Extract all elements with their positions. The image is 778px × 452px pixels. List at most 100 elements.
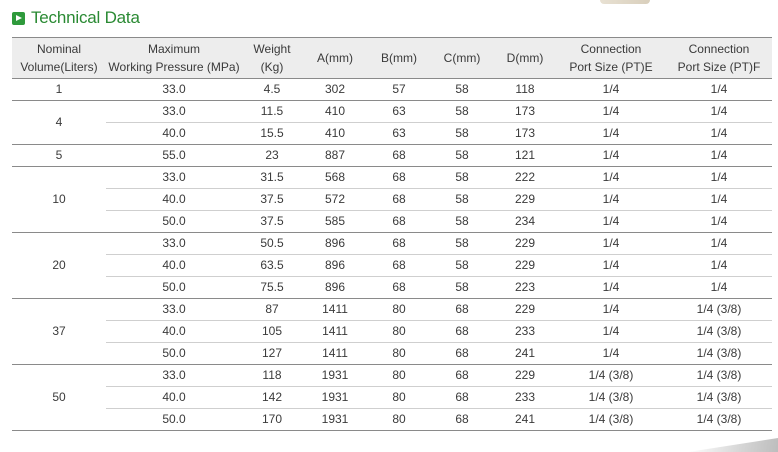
pressure-cell: 33.0	[106, 298, 242, 321]
d-cell: 229	[494, 232, 556, 255]
decorative-corner-shape	[688, 438, 778, 452]
b-cell: 68	[368, 188, 430, 211]
port-e-cell: 1/4	[556, 342, 666, 365]
header-port-f: Connection Port Size (PT)F	[666, 37, 772, 79]
d-cell: 241	[494, 342, 556, 365]
volume-cell: 20	[12, 232, 106, 299]
port-e-cell: 1/4	[556, 298, 666, 321]
a-cell: 1411	[302, 298, 368, 321]
table-row: 50.0 75.5 896 68 58 223 1/4 1/4	[12, 276, 772, 299]
b-cell: 68	[368, 210, 430, 233]
table-row: 50.0 170 1931 80 68 241 1/4 (3/8) 1/4 (3…	[12, 408, 772, 431]
a-cell: 568	[302, 166, 368, 189]
header-nominal-volume: Nominal Volume(Liters)	[12, 37, 106, 79]
b-cell: 80	[368, 342, 430, 365]
a-cell: 585	[302, 210, 368, 233]
header-port-e: Connection Port Size (PT)E	[556, 37, 666, 79]
d-cell: 229	[494, 364, 556, 387]
d-cell: 241	[494, 408, 556, 431]
pressure-cell: 50.0	[106, 276, 242, 299]
table-row: 40.0 63.5 896 68 58 229 1/4 1/4	[12, 254, 772, 277]
d-cell: 233	[494, 386, 556, 409]
a-cell: 1931	[302, 386, 368, 409]
b-cell: 80	[368, 364, 430, 387]
section-title: Technical Data	[31, 8, 140, 27]
b-cell: 63	[368, 100, 430, 123]
port-e-cell: 1/4	[556, 100, 666, 123]
table-row: 40.0 37.5 572 68 58 229 1/4 1/4	[12, 188, 772, 211]
c-cell: 68	[430, 342, 494, 365]
table-row: 50 33.0 118 1931 80 68 229 1/4 (3/8) 1/4…	[12, 364, 772, 431]
table-header-row: Nominal Volume(Liters) Maximum Working P…	[12, 37, 772, 79]
port-e-cell: 1/4	[556, 166, 666, 189]
volume-cell: 5	[12, 144, 106, 167]
a-cell: 896	[302, 276, 368, 299]
weight-cell: 23	[242, 144, 302, 167]
c-cell: 58	[430, 188, 494, 211]
b-cell: 80	[368, 408, 430, 431]
port-f-cell: 1/4	[666, 78, 772, 101]
port-f-cell: 1/4 (3/8)	[666, 320, 772, 343]
port-f-cell: 1/4	[666, 276, 772, 299]
b-cell: 68	[368, 232, 430, 255]
b-cell: 57	[368, 78, 430, 101]
header-d: D(mm)	[494, 37, 556, 79]
b-cell: 80	[368, 386, 430, 409]
volume-cell: 10	[12, 166, 106, 233]
weight-cell: 37.5	[242, 188, 302, 211]
port-f-cell: 1/4 (3/8)	[666, 364, 772, 387]
header-max-pressure: Maximum Working Pressure (MPa)	[106, 37, 242, 79]
a-cell: 1411	[302, 320, 368, 343]
pressure-cell: 50.0	[106, 210, 242, 233]
d-cell: 229	[494, 298, 556, 321]
weight-cell: 170	[242, 408, 302, 431]
b-cell: 68	[368, 254, 430, 277]
a-cell: 302	[302, 78, 368, 101]
table-row: 10 33.0 31.5 568 68 58 222 1/4 1/4	[12, 166, 772, 233]
table-row: 20 33.0 50.5 896 68 58 229 1/4 1/4	[12, 232, 772, 299]
table-row: 50.0 127 1411 80 68 241 1/4 1/4 (3/8)	[12, 342, 772, 365]
volume-cell: 4	[12, 100, 106, 145]
port-f-cell: 1/4 (3/8)	[666, 386, 772, 409]
weight-cell: 63.5	[242, 254, 302, 277]
d-cell: 173	[494, 100, 556, 123]
header-weight: Weight (Kg)	[242, 37, 302, 79]
technical-data-table-container: Nominal Volume(Liters) Maximum Working P…	[12, 37, 772, 431]
pressure-cell: 50.0	[106, 408, 242, 431]
d-cell: 234	[494, 210, 556, 233]
weight-cell: 11.5	[242, 100, 302, 123]
pressure-cell: 40.0	[106, 254, 242, 277]
port-f-cell: 1/4 (3/8)	[666, 298, 772, 321]
technical-data-table: Nominal Volume(Liters) Maximum Working P…	[12, 37, 772, 431]
header-c: C(mm)	[430, 37, 494, 79]
c-cell: 68	[430, 320, 494, 343]
port-e-cell: 1/4	[556, 320, 666, 343]
port-f-cell: 1/4	[666, 144, 772, 167]
c-cell: 58	[430, 210, 494, 233]
table-row: 40.0 142 1931 80 68 233 1/4 (3/8) 1/4 (3…	[12, 386, 772, 409]
play-square-icon	[12, 11, 25, 25]
port-f-cell: 1/4	[666, 188, 772, 211]
port-f-cell: 1/4	[666, 100, 772, 123]
port-e-cell: 1/4	[556, 276, 666, 299]
weight-cell: 15.5	[242, 122, 302, 145]
port-e-cell: 1/4 (3/8)	[556, 364, 666, 387]
d-cell: 229	[494, 254, 556, 277]
a-cell: 1931	[302, 364, 368, 387]
pressure-cell: 33.0	[106, 78, 242, 101]
port-f-cell: 1/4	[666, 210, 772, 233]
a-cell: 1931	[302, 408, 368, 431]
pressure-cell: 33.0	[106, 232, 242, 255]
section-heading: Technical Data	[12, 7, 140, 29]
pressure-cell: 40.0	[106, 188, 242, 211]
table-row: 50.0 37.5 585 68 58 234 1/4 1/4	[12, 210, 772, 233]
c-cell: 58	[430, 232, 494, 255]
d-cell: 173	[494, 122, 556, 145]
c-cell: 58	[430, 122, 494, 145]
port-f-cell: 1/4 (3/8)	[666, 408, 772, 431]
b-cell: 63	[368, 122, 430, 145]
table-row: 1 33.0 4.5 302 57 58 118 1/4 1/4	[12, 78, 772, 101]
port-e-cell: 1/4	[556, 188, 666, 211]
c-cell: 68	[430, 408, 494, 431]
port-f-cell: 1/4	[666, 122, 772, 145]
